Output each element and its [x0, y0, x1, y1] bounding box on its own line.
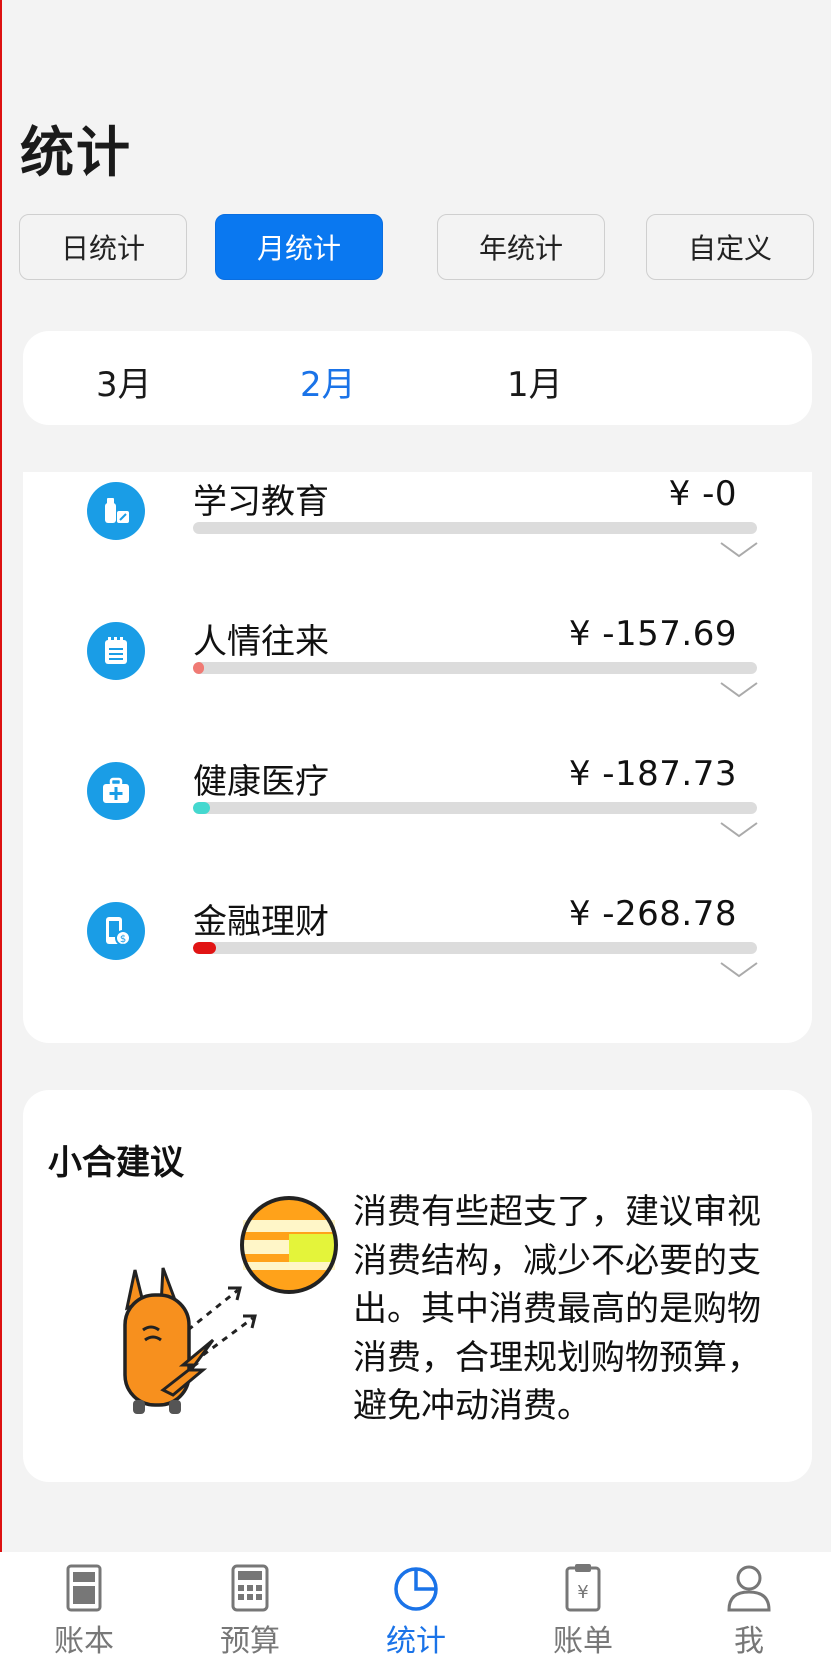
bottom-nav: 账本 预算 统计 ¥ 账单 我 [0, 1552, 831, 1662]
nav-bills[interactable]: ¥ 账单 [523, 1562, 643, 1662]
nav-bills-label: 账单 [553, 1624, 613, 1659]
advice-text: 消费有些超支了，建议审视消费结构，减少不必要的支出。其中消费最高的是购物消费，合… [353, 1192, 761, 1426]
progress-fill [193, 802, 210, 814]
progress-track [193, 942, 757, 954]
tab-yearly[interactable]: 年统计 [437, 214, 605, 280]
advice-title: 小合建议 [48, 1143, 184, 1183]
progress-track [193, 802, 757, 814]
list-item[interactable]: 健康医疗 ¥ -187.73 [23, 752, 812, 882]
tab-custom[interactable]: 自定义 [646, 214, 814, 280]
page-title: 统计 [20, 121, 132, 184]
medkit-icon [87, 762, 145, 820]
progress-fill [193, 942, 216, 954]
calculator-icon [231, 1564, 269, 1612]
nav-me[interactable]: 我 [689, 1562, 809, 1662]
person-icon [727, 1565, 771, 1612]
pie-chart-icon [394, 1567, 438, 1611]
category-amount: ¥ -268.78 [568, 894, 737, 934]
month-february[interactable]: 2月 [300, 357, 356, 406]
category-name: 学习教育 [193, 482, 329, 522]
category-name: 金融理财 [193, 902, 329, 942]
progress-track [193, 522, 757, 534]
category-name: 健康医疗 [193, 762, 329, 802]
progress-fill [193, 662, 205, 674]
nav-ledger[interactable]: 账本 [24, 1562, 144, 1662]
category-amount: ¥ -157.69 [568, 614, 737, 654]
category-amount: ¥ -187.73 [568, 754, 737, 794]
month-march[interactable]: 3月 [96, 357, 152, 406]
chevron-down-icon[interactable] [720, 962, 758, 978]
chevron-down-icon[interactable] [720, 542, 758, 558]
mascot-illustration [123, 1196, 338, 1414]
bottle-icon [87, 482, 145, 540]
svg-text:¥: ¥ [577, 1582, 588, 1603]
window-edge [0, 0, 2, 1662]
nav-budget-label: 预算 [220, 1624, 280, 1659]
stat-period-tabs: 日统计 月统计 年统计 自定义 [19, 214, 816, 282]
notepad-icon [87, 622, 145, 680]
phone-money-icon: $ [87, 902, 145, 960]
nav-ledger-label: 账本 [54, 1624, 114, 1659]
ledger-icon [66, 1564, 102, 1612]
progress-track [193, 662, 757, 674]
nav-statistics[interactable]: 统计 [356, 1562, 476, 1662]
tab-monthly-label: 月统计 [256, 232, 341, 265]
month-january[interactable]: 1月 [507, 357, 563, 406]
advice-card: 小合建议 消费有些超支了，建议审视消费结构，减少不必要的支出。其中消费最高的是购… [23, 1090, 812, 1482]
tab-custom-label: 自定义 [687, 232, 772, 265]
svg-text:$: $ [120, 934, 126, 945]
tab-yearly-label: 年统计 [478, 232, 563, 265]
nav-budget[interactable]: 预算 [190, 1562, 310, 1662]
nav-me-label: 我 [734, 1624, 764, 1659]
list-item[interactable]: 人情往来 ¥ -157.69 [23, 612, 812, 742]
category-list: 学习教育 ¥ -0 人情往来 ¥ -157.69 健康医疗 ¥ -187.73 … [23, 472, 812, 1043]
month-selector: 3月 2月 1月 [23, 331, 812, 425]
bill-icon: ¥ [565, 1564, 601, 1612]
category-name: 人情往来 [193, 622, 329, 662]
category-amount: ¥ -0 [668, 474, 737, 514]
list-item[interactable]: 学习教育 ¥ -0 [23, 472, 812, 602]
tab-daily-label: 日统计 [60, 232, 145, 265]
chevron-down-icon[interactable] [720, 822, 758, 838]
tab-monthly[interactable]: 月统计 [215, 214, 383, 280]
tab-daily[interactable]: 日统计 [19, 214, 187, 280]
chevron-down-icon[interactable] [720, 682, 758, 698]
list-item[interactable]: $ 金融理财 ¥ -268.78 [23, 892, 812, 1022]
nav-statistics-label: 统计 [386, 1624, 446, 1659]
